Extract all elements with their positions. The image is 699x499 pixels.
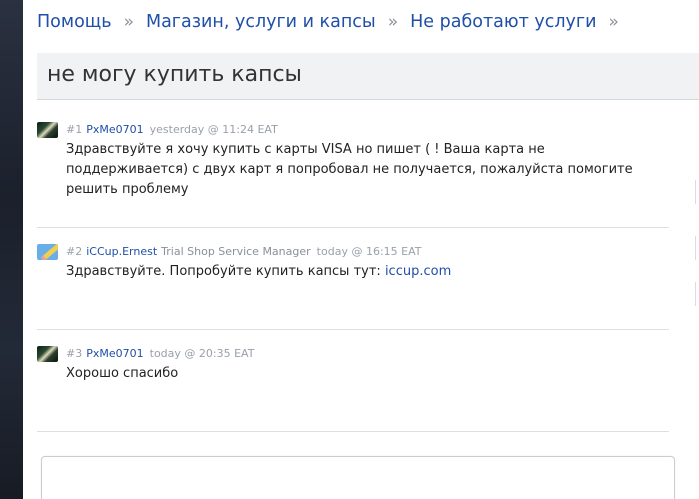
post-author-role: Trial Shop Service Manager <box>161 245 311 258</box>
post-meta: #1 PxMe0701 yesterday @ 11:24 EAT <box>66 120 278 140</box>
breadcrumb-separator: » <box>123 12 134 32</box>
breadcrumb-separator: » <box>387 12 399 32</box>
post-meta: #3 PxMe0701 today @ 20:35 EAT <box>66 344 254 364</box>
sidebar-edge <box>695 180 699 204</box>
post-number[interactable]: #2 <box>66 245 82 258</box>
post-author-link[interactable]: PxMe0701 <box>86 123 143 136</box>
post-body-link[interactable]: iccup.com <box>385 264 451 279</box>
breadcrumb-separator: » <box>608 12 619 32</box>
post-author-link[interactable]: PxMe0701 <box>86 347 143 360</box>
user-avatar-icon[interactable] <box>37 346 58 362</box>
thread-title: не могу купить капсы <box>47 62 302 87</box>
moderator-pencil-avatar-icon[interactable] <box>37 244 58 260</box>
post-number[interactable]: #3 <box>66 347 82 360</box>
post-timestamp: yesterday @ 11:24 EAT <box>149 123 278 136</box>
post-timestamp: today @ 20:35 EAT <box>149 347 255 360</box>
post-divider <box>37 431 669 432</box>
post-meta: #2 iCCup.Ernest Trial Shop Service Manager… <box>66 242 421 262</box>
user-avatar-icon[interactable] <box>37 122 58 138</box>
thread-title-bar: не могу купить капсы <box>37 53 699 100</box>
post-number[interactable]: #1 <box>66 123 82 136</box>
post-body: Здравствуйте. Попробуйте купить капсы ту… <box>66 262 666 282</box>
post-body: Здравствуйте я хочу купить с карты VISA … <box>66 142 633 197</box>
sidebar-edge <box>695 236 699 260</box>
reply-textarea[interactable] <box>41 456 675 499</box>
breadcrumb-shop-services[interactable]: Магазин, услуги и капсы <box>146 12 376 32</box>
breadcrumb: Помощь » Магазин, услуги и капсы » Не ра… <box>37 12 631 32</box>
forum-page: Помощь » Магазин, услуги и капсы » Не ра… <box>23 0 699 499</box>
post-author-link[interactable]: iCCup.Ernest <box>86 245 157 258</box>
post-body: Хорошо спасибо <box>66 366 179 381</box>
sidebar-edge <box>695 282 699 306</box>
post-body-text: Здравствуйте. Попробуйте купить капсы ту… <box>66 264 385 279</box>
breadcrumb-help[interactable]: Помощь <box>37 12 112 32</box>
post-timestamp: today @ 16:15 EAT <box>316 245 422 258</box>
breadcrumb-services-not-working[interactable]: Не работают услуги <box>410 12 596 32</box>
page-background-left <box>0 0 23 499</box>
post-divider <box>37 329 669 330</box>
post-divider <box>37 227 669 228</box>
